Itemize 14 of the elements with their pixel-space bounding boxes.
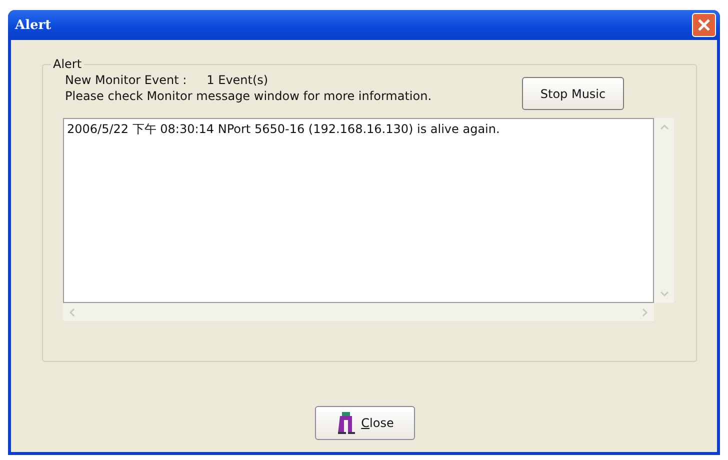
message-list[interactable]: 2006/5/22 下午 08:30:14 NPort 5650-16 (192.168.16.130) is alive again. [63, 118, 654, 303]
close-icon [697, 18, 711, 32]
event-label: New Monitor Event : [65, 73, 187, 87]
vertical-scrollbar[interactable] [654, 118, 674, 303]
event-count: 1 Event(s) [206, 73, 268, 87]
close-window-button[interactable] [692, 13, 716, 37]
window-title: Alert [15, 18, 52, 32]
group-title: Alert [51, 57, 84, 71]
close-button[interactable]: Close [314, 406, 414, 440]
stop-music-button[interactable]: Stop Music [522, 77, 624, 110]
info-message: Please check Monitor message window for more information. [65, 89, 432, 103]
log-line: 2006/5/22 下午 08:30:14 NPort 5650-16 (192.168.16.130) is alive again. [67, 121, 501, 138]
horizontal-scrollbar[interactable] [63, 303, 654, 321]
door-exit-icon [335, 411, 358, 435]
